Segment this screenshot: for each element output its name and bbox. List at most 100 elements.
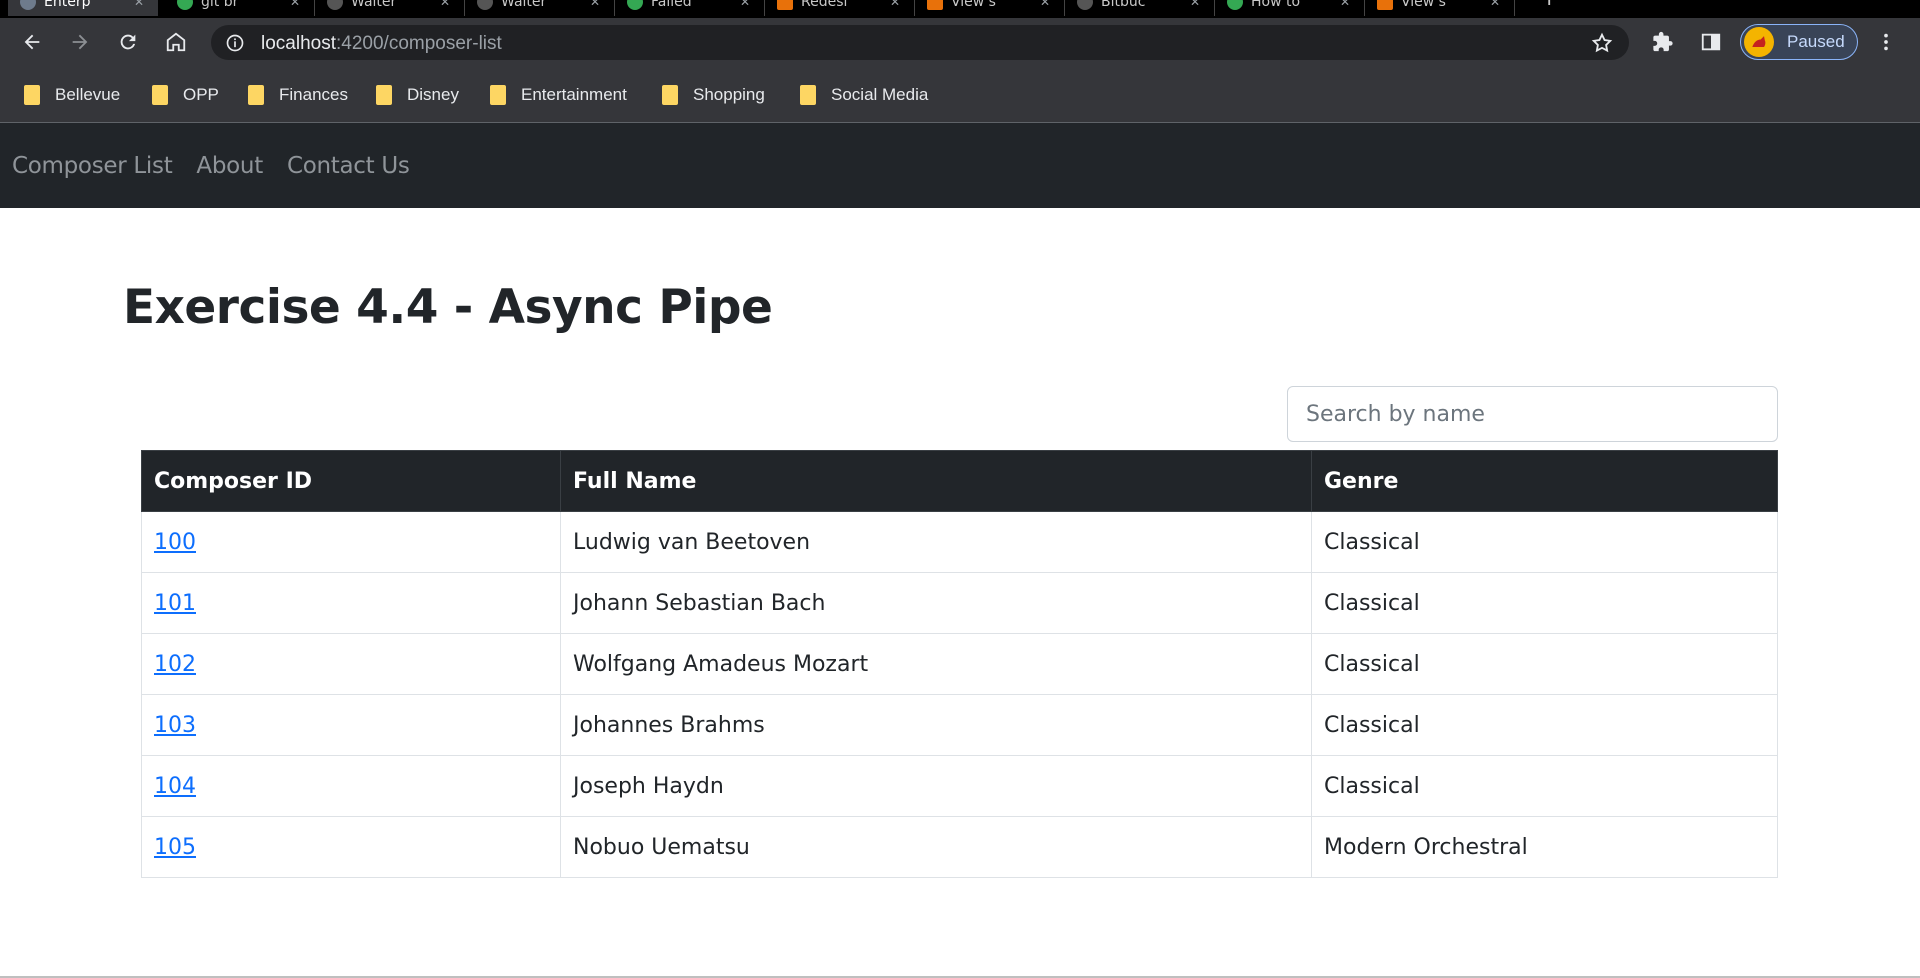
- address-bar[interactable]: localhost:4200/composer-list: [211, 25, 1761, 60]
- reload-button[interactable]: [110, 24, 146, 60]
- nav-link-contact-us[interactable]: Contact Us: [287, 153, 410, 179]
- column-header-full-name: Full Name: [560, 450, 1312, 512]
- table-row: 104 Joseph Haydn Classical: [141, 755, 1778, 817]
- composer-id-link[interactable]: 104: [154, 774, 196, 799]
- nav-link-about[interactable]: About: [196, 153, 263, 179]
- url-path: :4200/composer-list: [336, 33, 502, 54]
- side-panel-button[interactable]: [1693, 24, 1729, 60]
- browser-tab[interactable]: Bitbuc ✕: [1065, 0, 1215, 16]
- bookmark-opp[interactable]: OPP: [152, 83, 219, 107]
- home-button[interactable]: [158, 24, 194, 60]
- genre-cell: Classical: [1311, 694, 1778, 756]
- browser-tab[interactable]: Enterp ✕: [8, 0, 158, 16]
- full-name-cell: Wolfgang Amadeus Mozart: [560, 633, 1312, 695]
- tab-favicon-icon: [477, 0, 493, 10]
- profile-status: Paused: [1787, 32, 1845, 51]
- genre-cell: Classical: [1311, 755, 1778, 817]
- bookmarks-bar: Bellevue OPP Finances Disney Entertainme…: [0, 68, 1920, 123]
- browser-tab[interactable]: View s ✕: [915, 0, 1065, 16]
- url-text[interactable]: localhost:4200/composer-list: [261, 33, 502, 55]
- chrome-menu-button[interactable]: [1868, 24, 1904, 60]
- bookmark-disney[interactable]: Disney: [376, 83, 459, 107]
- composer-id-link[interactable]: 103: [154, 713, 196, 738]
- composer-id-link[interactable]: 100: [154, 530, 196, 555]
- bookmark-shopping[interactable]: Shopping: [662, 83, 765, 107]
- kebab-menu-icon: [1884, 33, 1888, 51]
- browser-tab[interactable]: Failed ✕: [615, 0, 765, 16]
- full-name-cell: Joseph Haydn: [560, 755, 1312, 817]
- tab-close-icon[interactable]: ✕: [590, 0, 600, 9]
- tab-label: View s: [1401, 0, 1446, 10]
- table-row: 100 Ludwig van Beetoven Classical: [141, 511, 1778, 573]
- back-button[interactable]: [14, 24, 50, 60]
- side-panel-icon: [1701, 33, 1721, 51]
- bookmark-label: Disney: [407, 85, 459, 104]
- full-name-cell: Johannes Brahms: [560, 694, 1312, 756]
- tab-close-icon[interactable]: ✕: [290, 0, 300, 9]
- table-row: 101 Johann Sebastian Bach Classical: [141, 572, 1778, 634]
- url-host: localhost: [261, 33, 336, 54]
- tab-close-icon[interactable]: ✕: [1040, 0, 1050, 9]
- composer-id-cell: 105: [141, 816, 561, 878]
- table-row: 105 Nobuo Uematsu Modern Orchestral: [141, 816, 1778, 878]
- tab-close-icon[interactable]: ✕: [134, 0, 144, 9]
- browser-tab[interactable]: Walter ✕: [315, 0, 465, 16]
- extensions-button[interactable]: [1645, 24, 1681, 60]
- tab-label: View s: [951, 0, 996, 10]
- composer-table: Composer ID Full Name Genre 100 Ludwig v…: [141, 450, 1778, 878]
- table-row: 103 Johannes Brahms Classical: [141, 694, 1778, 756]
- tab-close-icon[interactable]: ✕: [1340, 0, 1350, 9]
- tab-close-icon[interactable]: ✕: [440, 0, 450, 9]
- composer-id-cell: 101: [141, 572, 561, 634]
- star-icon[interactable]: [1591, 32, 1613, 54]
- full-name-cell: Johann Sebastian Bach: [560, 572, 1312, 634]
- folder-icon: [490, 85, 506, 105]
- table-header-row: Composer ID Full Name Genre: [141, 450, 1778, 512]
- tab-label: Redesi: [801, 0, 848, 10]
- browser-tab[interactable]: git br ✕: [165, 0, 315, 16]
- tab-favicon-icon: [177, 0, 193, 10]
- composer-id-link[interactable]: 101: [154, 591, 196, 616]
- tab-favicon-icon: [1077, 0, 1093, 10]
- browser-tab[interactable]: Redesi ✕: [765, 0, 915, 16]
- genre-cell: Classical: [1311, 511, 1778, 573]
- tab-favicon-icon: [20, 0, 36, 10]
- tab-label: Failed: [651, 0, 692, 10]
- browser-tab[interactable]: View s ✕: [1365, 0, 1515, 16]
- bookmark-finances[interactable]: Finances: [248, 83, 348, 107]
- tab-close-icon[interactable]: ✕: [740, 0, 750, 9]
- tab-favicon-icon: [627, 0, 643, 10]
- folder-icon: [248, 85, 264, 105]
- nav-link-composer-list[interactable]: Composer List: [12, 153, 173, 179]
- composer-id-cell: 103: [141, 694, 561, 756]
- column-header-composer-id: Composer ID: [141, 450, 561, 512]
- tab-label: Walter: [501, 0, 547, 10]
- bookmark-entertainment[interactable]: Entertainment: [490, 83, 627, 107]
- folder-icon: [662, 85, 678, 105]
- profile-button[interactable]: Paused: [1740, 24, 1858, 60]
- bookmark-bellevue[interactable]: Bellevue: [24, 83, 120, 107]
- browser-tab[interactable]: How to ✕: [1215, 0, 1365, 16]
- search-input[interactable]: [1287, 386, 1778, 442]
- tab-close-icon[interactable]: ✕: [1490, 0, 1500, 9]
- tab-label: Walter: [351, 0, 397, 10]
- composer-id-link[interactable]: 105: [154, 835, 196, 860]
- bookmark-social-media[interactable]: Social Media: [800, 83, 928, 107]
- tab-close-icon[interactable]: ✕: [1190, 0, 1200, 9]
- full-name-cell: Nobuo Uematsu: [560, 816, 1312, 878]
- forward-button[interactable]: [62, 24, 98, 60]
- browser-tab-strip: Enterp ✕ git br ✕ Walter ✕ Walter ✕ Fail…: [0, 0, 1920, 18]
- tab-close-icon[interactable]: ✕: [890, 0, 900, 9]
- tab-favicon-icon: [1377, 0, 1393, 10]
- composer-id-link[interactable]: 102: [154, 652, 196, 677]
- bookmark-label: Social Media: [831, 85, 929, 104]
- site-info-icon[interactable]: [225, 33, 245, 53]
- bookmark-label: OPP: [183, 85, 219, 104]
- new-tab-icon[interactable]: +: [1540, 0, 1558, 11]
- bookmark-label: Bellevue: [55, 85, 121, 104]
- composer-id-cell: 104: [141, 755, 561, 817]
- genre-cell: Classical: [1311, 572, 1778, 634]
- column-header-genre: Genre: [1311, 450, 1778, 512]
- browser-tab[interactable]: Walter ✕: [465, 0, 615, 16]
- reload-icon: [120, 34, 136, 50]
